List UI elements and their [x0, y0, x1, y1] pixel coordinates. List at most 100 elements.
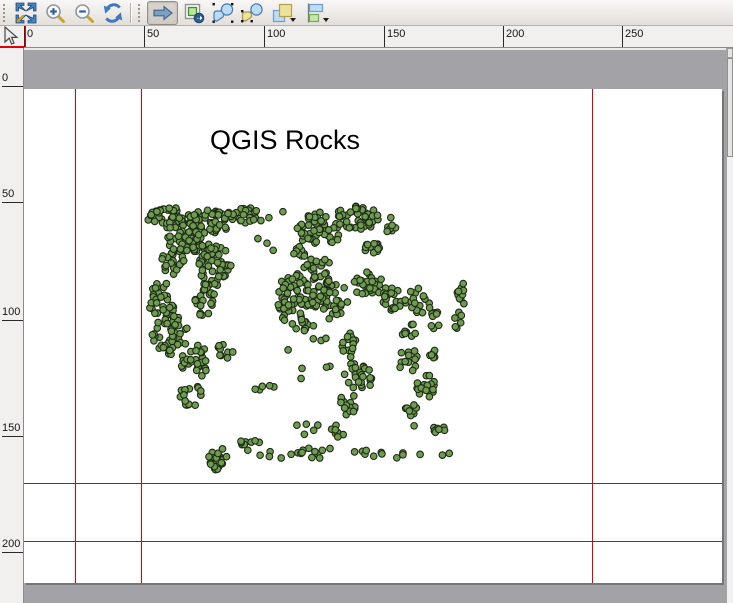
map-point-symbol: [206, 453, 213, 460]
zoom-full-button[interactable]: [12, 1, 39, 25]
composer-title-label[interactable]: QGIS Rocks: [210, 125, 360, 156]
move-item-content-button[interactable]: [180, 1, 207, 25]
map-point-symbol: [192, 402, 199, 409]
map-point-symbol: [181, 392, 188, 399]
map-point-symbol: [250, 216, 257, 223]
map-point-symbol: [195, 232, 202, 239]
vertical-guide-line[interactable]: [592, 89, 593, 583]
map-point-symbol: [326, 315, 333, 322]
map-point-symbol: [252, 438, 259, 445]
select-move-item-button[interactable]: [147, 1, 178, 25]
map-point-symbol: [191, 212, 198, 219]
map-point-symbol: [337, 221, 344, 228]
ungroup-items-button[interactable]: [238, 1, 265, 25]
map-point-symbol: [317, 293, 324, 300]
vertical-ruler[interactable]: 050100150200: [0, 48, 24, 603]
map-point-symbol: [180, 258, 187, 265]
map-point-symbol: [160, 307, 167, 314]
map-point-symbol: [289, 276, 296, 283]
map-point-symbol: [378, 276, 385, 283]
map-point-symbol: [363, 447, 370, 454]
map-point-symbol: [334, 236, 341, 243]
map-point-symbol: [294, 422, 301, 429]
map-point-symbol: [281, 317, 288, 324]
h-ruler-tick-label: 100: [267, 28, 285, 40]
canvas-top-edge: [24, 48, 726, 50]
map-point-symbol: [258, 217, 265, 224]
horizontal-guide-line[interactable]: [24, 483, 722, 484]
map-point-symbol: [208, 300, 215, 307]
map-point-symbol: [163, 280, 170, 287]
map-point-symbol: [357, 277, 364, 284]
map-point-symbol: [198, 223, 205, 230]
qgis-print-composer-window: 050100150200250 050100150200 QGIS Rocks: [0, 0, 733, 603]
map-point-symbol: [196, 261, 203, 268]
map-point-symbol: [238, 438, 245, 445]
map-point-symbol: [341, 371, 348, 378]
horizontal-guide-line[interactable]: [24, 541, 722, 542]
map-point-symbol: [228, 262, 235, 269]
vertical-scrollbar[interactable]: [726, 48, 733, 603]
map-point-symbol: [398, 349, 405, 356]
map-point-symbol: [412, 356, 419, 363]
map-point-symbol: [158, 294, 165, 301]
map-item[interactable]: [24, 89, 722, 583]
map-point-symbol: [177, 330, 184, 337]
map-point-symbol: [397, 364, 404, 371]
map-point-symbol: [155, 319, 162, 326]
map-point-symbol: [315, 422, 322, 429]
map-point-symbol: [323, 335, 330, 342]
zoom-out-button[interactable]: [70, 1, 97, 25]
zoom-in-button[interactable]: [41, 1, 68, 25]
map-point-symbol: [253, 208, 260, 215]
vertical-guide-line[interactable]: [141, 89, 142, 583]
align-selected-items-button[interactable]: [300, 1, 331, 25]
scrollbar-up-button[interactable]: [727, 48, 733, 58]
v-ruler-tick-label: 100: [2, 306, 20, 318]
map-point-symbol: [420, 293, 427, 300]
v-ruler-tick: [2, 436, 23, 437]
paper-page[interactable]: QGIS Rocks: [24, 89, 722, 583]
map-point-symbol: [298, 316, 305, 323]
map-point-symbol: [211, 291, 218, 298]
h-ruler-tick-label: 250: [625, 28, 643, 40]
h-ruler-tick-label: 0: [27, 28, 33, 40]
zoom-in-icon: [44, 2, 66, 24]
map-point-symbol: [426, 393, 433, 400]
v-ruler-tick: [2, 320, 23, 321]
map-point-symbol: [309, 299, 316, 306]
map-point-symbol: [184, 325, 191, 332]
map-point-symbol: [341, 285, 348, 292]
toolbar-drag-handle[interactable]: [3, 4, 7, 22]
refresh-view-button[interactable]: [99, 1, 126, 25]
map-point-symbol: [182, 398, 189, 405]
composition-canvas[interactable]: QGIS Rocks: [24, 48, 726, 603]
map-point-symbol: [351, 449, 358, 456]
map-point-symbol: [167, 347, 174, 354]
group-items-button[interactable]: [209, 1, 236, 25]
zoom-full-icon: [15, 2, 37, 24]
map-point-symbol: [362, 213, 369, 220]
toolbar-drag-handle-2[interactable]: [138, 4, 142, 22]
map-point-symbol: [313, 258, 320, 265]
map-point-symbol: [411, 423, 418, 430]
map-point-symbol: [223, 453, 230, 460]
vertical-guide-line[interactable]: [75, 89, 76, 583]
h-ruler-tick-label: 200: [506, 28, 524, 40]
select-arrow-icon: [151, 2, 175, 24]
raise-selected-items-button[interactable]: [267, 1, 298, 25]
horizontal-ruler[interactable]: 050100150200250: [24, 26, 733, 48]
v-ruler-tick-label: 200: [2, 538, 20, 550]
map-point-symbol: [202, 358, 209, 365]
map-point-symbol: [374, 212, 381, 219]
map-point-symbol: [366, 367, 373, 374]
map-point-symbol: [335, 434, 342, 441]
map-point-symbol: [184, 247, 191, 254]
map-point-symbol: [323, 364, 330, 371]
map-point-symbol: [197, 311, 204, 318]
dropdown-arrow-icon: [323, 18, 329, 22]
map-point-symbol: [384, 228, 391, 235]
map-point-symbol: [197, 302, 204, 309]
map-point-symbol: [225, 210, 232, 217]
scrollbar-thumb[interactable]: [727, 58, 733, 157]
